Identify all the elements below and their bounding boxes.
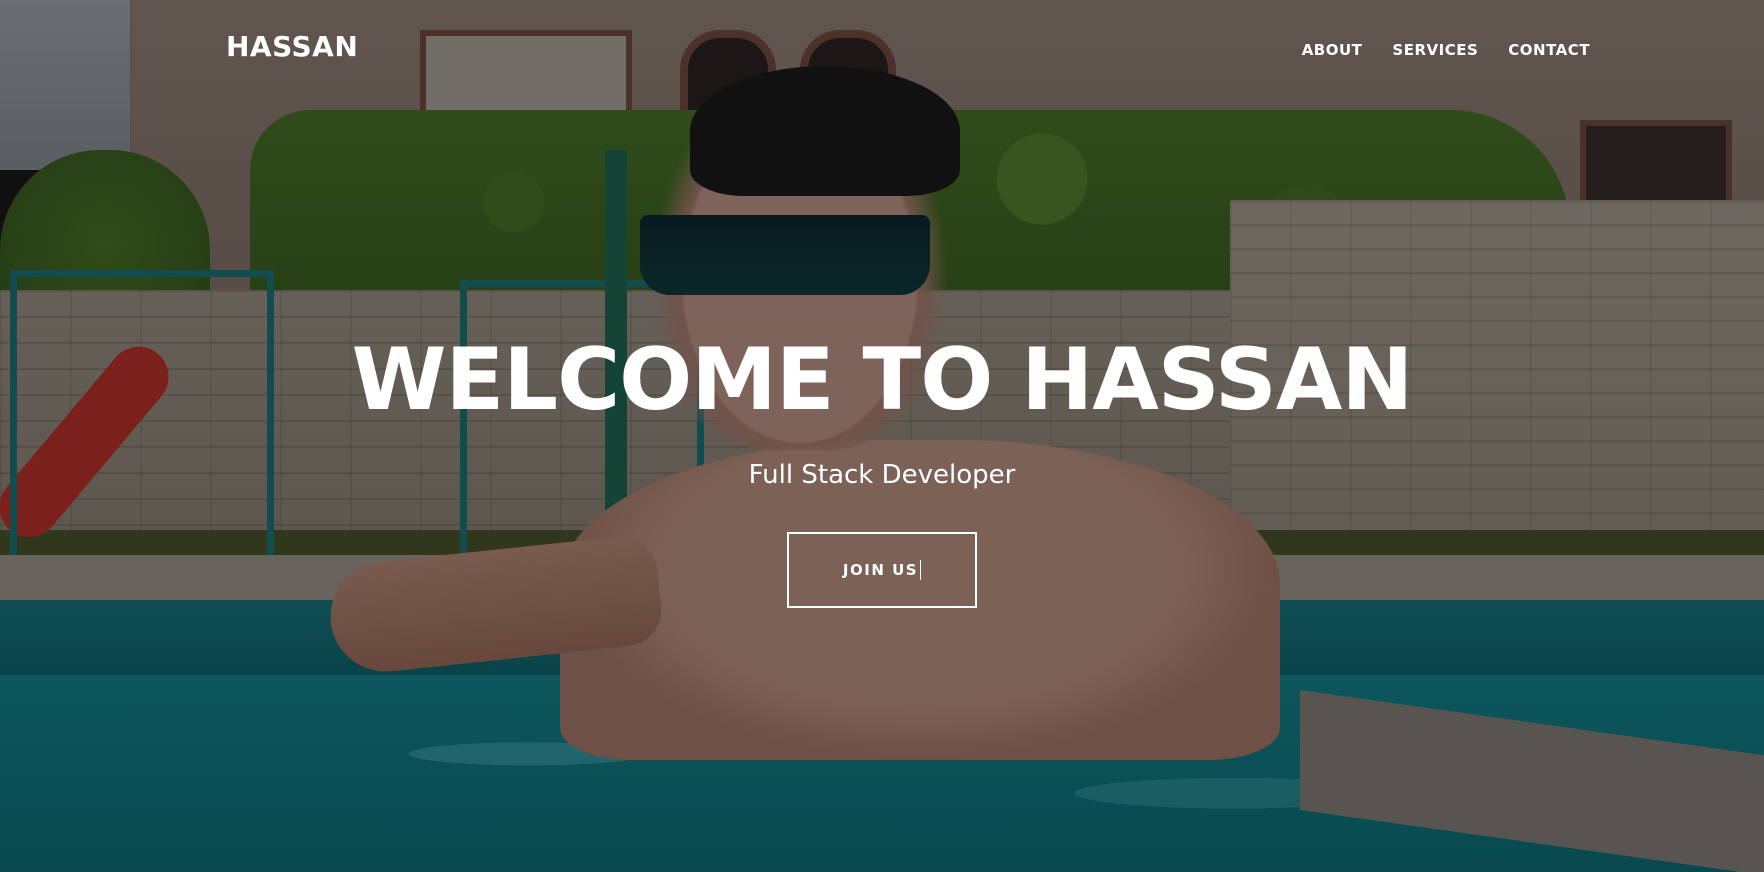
- nav-link-contact[interactable]: CONTACT: [1508, 41, 1590, 59]
- nav-item-about: ABOUT: [1302, 40, 1363, 59]
- text-cursor: [920, 560, 922, 580]
- nav-link-services[interactable]: SERVICES: [1392, 41, 1478, 59]
- nav-link-about[interactable]: ABOUT: [1302, 41, 1363, 59]
- landing-page: HASSAN ABOUT SERVICES CONTACT WELCOME TO…: [0, 0, 1764, 872]
- hero-section: WELCOME TO HASSAN Full Stack Developer J…: [0, 330, 1764, 608]
- nav-links: ABOUT SERVICES CONTACT: [1302, 40, 1590, 59]
- nav-item-services: SERVICES: [1392, 40, 1478, 59]
- site-logo[interactable]: HASSAN: [226, 30, 358, 63]
- hero-title: WELCOME TO HASSAN: [351, 330, 1414, 430]
- join-us-label: JOIN US: [842, 561, 919, 579]
- hero-subtitle: Full Stack Developer: [748, 460, 1016, 490]
- navbar: HASSAN ABOUT SERVICES CONTACT: [0, 0, 1764, 100]
- nav-item-contact: CONTACT: [1508, 40, 1590, 59]
- join-us-button[interactable]: JOIN US: [787, 532, 977, 608]
